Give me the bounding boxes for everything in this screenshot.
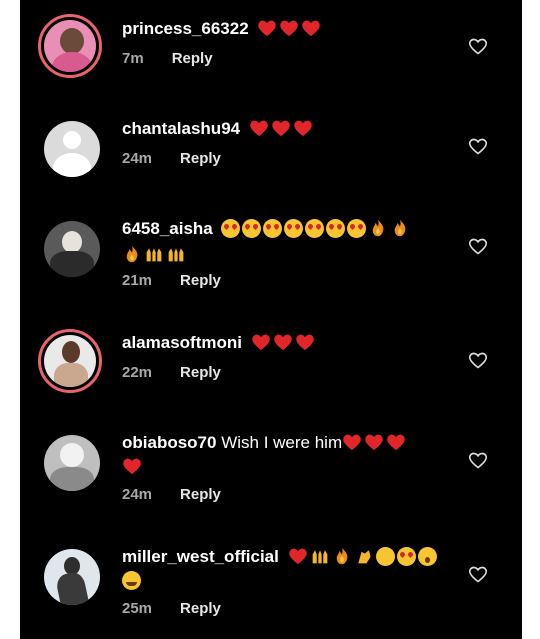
like-heart-icon[interactable] bbox=[468, 350, 488, 370]
comment-username[interactable]: miller_west_official bbox=[122, 547, 279, 566]
reply-button[interactable]: Reply bbox=[180, 486, 221, 503]
heart-emoji-icon bbox=[294, 120, 312, 136]
comment-username[interactable]: princess_66322 bbox=[122, 19, 249, 38]
comment-username[interactable]: obiaboso70 bbox=[122, 433, 216, 452]
avatar[interactable] bbox=[44, 121, 100, 177]
comment-meta: 24m Reply bbox=[122, 486, 221, 503]
heart-emoji-icon bbox=[387, 434, 405, 450]
like-heart-icon[interactable] bbox=[468, 564, 488, 584]
comment-text: Wish I were him bbox=[221, 433, 343, 452]
comment-time: 21m bbox=[122, 272, 153, 289]
avatar[interactable] bbox=[38, 329, 102, 393]
crying-face-icon bbox=[375, 546, 395, 566]
like-heart-icon[interactable] bbox=[468, 36, 488, 56]
fire-icon bbox=[336, 547, 347, 564]
comment-time: 24m bbox=[122, 150, 153, 167]
reply-button[interactable]: Reply bbox=[180, 150, 221, 167]
heart-emoji-icon bbox=[273, 334, 292, 350]
reply-button[interactable]: Reply bbox=[180, 600, 221, 617]
like-heart-icon[interactable] bbox=[468, 236, 488, 256]
avatar[interactable] bbox=[44, 435, 100, 491]
heart-eyes-icon bbox=[242, 218, 262, 238]
fire-icon bbox=[126, 245, 138, 262]
comment-time: 7m bbox=[122, 50, 144, 67]
comment-meta: 7m Reply bbox=[122, 50, 213, 67]
heart-emoji-icon bbox=[280, 20, 299, 36]
avatar[interactable] bbox=[38, 14, 102, 78]
heart-emojis bbox=[257, 17, 323, 43]
heart-eyes-icon bbox=[305, 218, 325, 238]
joy-face-icon bbox=[122, 571, 141, 590]
comment-meta: 21m Reply bbox=[122, 272, 221, 289]
clapping-hands-icon bbox=[357, 549, 371, 563]
heart-emoji-icon bbox=[295, 334, 314, 350]
like-heart-icon[interactable] bbox=[468, 450, 488, 470]
avatar[interactable] bbox=[44, 221, 100, 277]
heart-emoji-icon bbox=[258, 20, 277, 36]
heart-emoji-icon bbox=[123, 458, 141, 475]
comment-username[interactable]: alamasoftmoni bbox=[122, 333, 242, 352]
heart-emoji-icon bbox=[343, 434, 361, 450]
reply-button[interactable]: Reply bbox=[180, 364, 221, 381]
fire-icon bbox=[395, 219, 406, 236]
avatar[interactable] bbox=[44, 549, 100, 605]
reply-button[interactable]: Reply bbox=[180, 272, 221, 289]
emoji-reactions bbox=[221, 217, 412, 243]
heart-emoji-icon bbox=[251, 334, 270, 350]
heart-emojis bbox=[251, 331, 317, 357]
heart-emoji-icon bbox=[288, 548, 307, 564]
astonished-face-icon bbox=[417, 546, 437, 566]
reply-button[interactable]: Reply bbox=[172, 50, 213, 67]
fire-icon bbox=[373, 219, 384, 236]
comment-meta: 22m Reply bbox=[122, 364, 221, 381]
comment-time: 24m bbox=[122, 486, 153, 503]
comment-time: 25m bbox=[122, 600, 153, 617]
comment-meta: 24m Reply bbox=[122, 150, 221, 167]
heart-emoji-icon bbox=[302, 20, 321, 36]
heart-emoji-icon bbox=[250, 120, 268, 136]
heart-emojis bbox=[342, 431, 408, 457]
heart-eyes-icon bbox=[347, 218, 367, 238]
raising-hands-icon bbox=[168, 247, 184, 261]
heart-emoji-icon bbox=[272, 120, 290, 136]
heart-eyes-icon bbox=[263, 218, 283, 238]
comment-meta: 25m Reply bbox=[122, 600, 221, 617]
like-heart-icon[interactable] bbox=[468, 136, 488, 156]
raising-hands-icon bbox=[146, 247, 162, 261]
emoji-reactions-line2 bbox=[122, 243, 188, 269]
heart-emoji-icon bbox=[365, 434, 383, 450]
emoji-reactions bbox=[288, 545, 439, 571]
heart-eyes-icon bbox=[221, 218, 241, 238]
comment-username[interactable]: chantalashu94 bbox=[122, 119, 240, 138]
comments-panel: princess_66322 7m Reply chantalashu94 24m… bbox=[20, 0, 522, 639]
comment-username[interactable]: 6458_aisha bbox=[122, 219, 213, 238]
heart-emojis bbox=[249, 117, 315, 143]
heart-eyes-icon bbox=[396, 546, 416, 566]
comment-time: 22m bbox=[122, 364, 153, 381]
raising-hands-icon bbox=[312, 549, 327, 563]
heart-eyes-icon bbox=[326, 218, 346, 238]
heart-eyes-icon bbox=[284, 218, 304, 238]
